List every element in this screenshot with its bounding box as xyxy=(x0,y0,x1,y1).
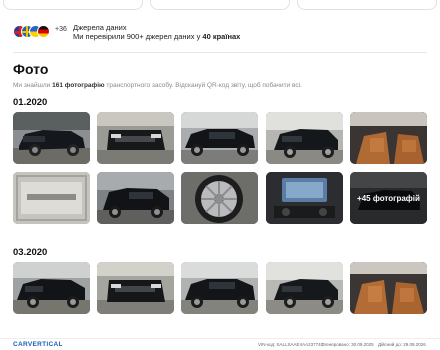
vehicle-photo[interactable] xyxy=(97,112,174,164)
valid-until-date: Дійсний до: 29.09.2026 xyxy=(378,342,426,347)
info-card xyxy=(3,0,143,10)
top-cards-row xyxy=(0,0,440,12)
photo-group-date: 03.2020 xyxy=(13,247,48,258)
vehicle-photo[interactable] xyxy=(97,262,174,314)
info-card xyxy=(150,0,290,10)
generated-date: Згенеровано: 30.09.2025 xyxy=(322,342,374,347)
info-card xyxy=(297,0,437,10)
vin-code: VIN-код: SALLSAAE4AA237740 xyxy=(258,342,324,347)
carvertical-logo: CARVERTICAL xyxy=(13,341,63,348)
vehicle-photo[interactable] xyxy=(350,262,427,314)
vehicle-photo[interactable] xyxy=(266,262,343,314)
more-countries-count: +36 xyxy=(55,26,67,33)
country-flags xyxy=(13,25,53,39)
sources-title: Джерела даних xyxy=(73,23,127,32)
photos-note: Ми знайшли 161 фотографію транспортного … xyxy=(13,82,302,89)
vehicle-photo[interactable] xyxy=(181,172,258,224)
report-footer: CARVERTICAL VIN-код: SALLSAAE4AA237740 З… xyxy=(0,338,440,350)
more-photos-overlay: +45 фотографій xyxy=(350,172,427,224)
sources-subtitle: Ми перевірили 900+ джерел даних у 40 кра… xyxy=(73,32,241,41)
vehicle-photo[interactable] xyxy=(13,172,90,224)
vehicle-photo[interactable] xyxy=(13,112,90,164)
section-divider xyxy=(13,52,427,53)
vehicle-photo[interactable] xyxy=(181,112,258,164)
vehicle-photo[interactable] xyxy=(266,112,343,164)
photo-group-date: 01.2020 xyxy=(13,97,48,108)
vehicle-photo[interactable] xyxy=(97,172,174,224)
data-sources-section: +36 Джерела даних Ми перевірили 900+ дже… xyxy=(13,22,433,42)
more-photos-button[interactable]: +45 фотографій xyxy=(350,172,427,224)
vehicle-photo[interactable] xyxy=(266,172,343,224)
vehicle-photo[interactable] xyxy=(181,262,258,314)
vehicle-photo[interactable] xyxy=(13,262,90,314)
more-photos-label: +45 фотографій xyxy=(357,193,420,203)
photos-title: Фото xyxy=(13,61,49,77)
germany-flag-icon xyxy=(37,25,50,38)
vehicle-photo[interactable] xyxy=(350,112,427,164)
